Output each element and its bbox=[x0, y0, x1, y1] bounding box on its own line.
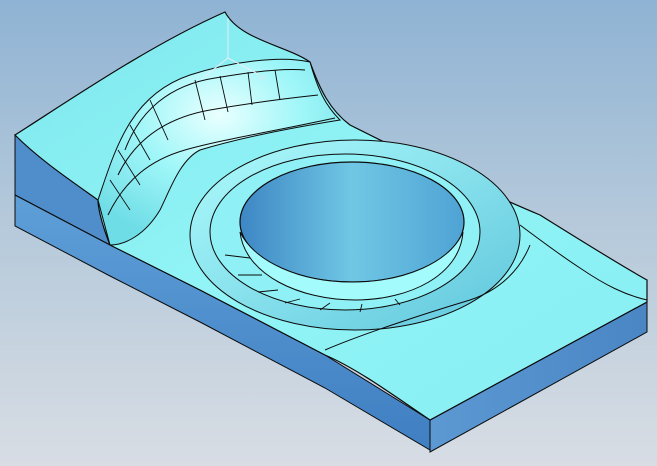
graphics-viewport[interactable]: YC bbox=[0, 0, 657, 466]
triad-y-label: YC bbox=[257, 74, 267, 82]
cad-model[interactable]: YC bbox=[0, 0, 657, 466]
